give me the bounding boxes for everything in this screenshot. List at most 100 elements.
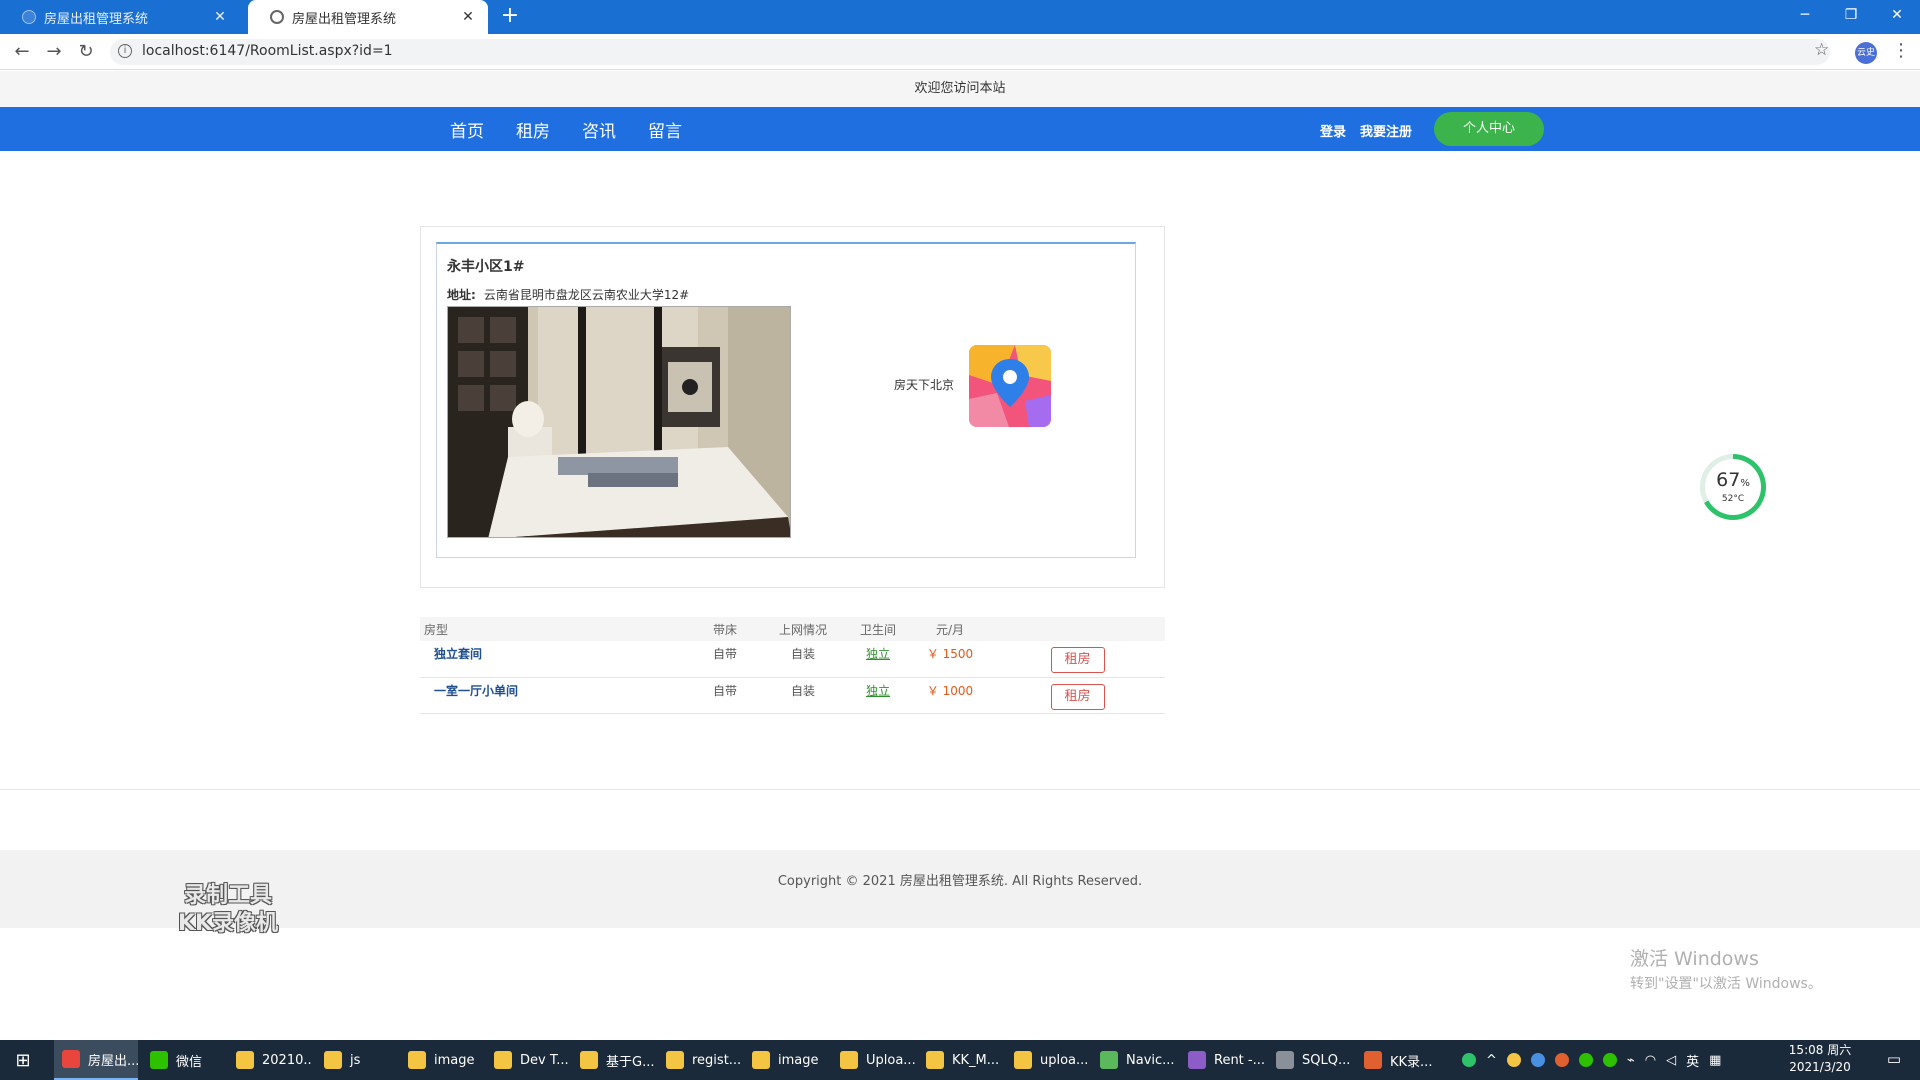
- chrome-icon: [62, 1050, 80, 1068]
- taskbar-item-label: 基于G...: [606, 1054, 655, 1070]
- taskbar-item-label: regist...: [692, 1052, 742, 1068]
- bookmark-star-icon[interactable]: ☆: [1814, 40, 1829, 60]
- browser-tab-bar: 房屋出租管理系统 ✕ 房屋出租管理系统 ✕ + ─ ❐ ✕: [0, 0, 1920, 34]
- network-icon[interactable]: ⌁: [1627, 1053, 1635, 1068]
- folder-icon: [236, 1051, 254, 1069]
- address-bar: ← → ↻ i localhost:6147/RoomList.aspx?id=…: [0, 34, 1920, 70]
- sql-icon: [1276, 1051, 1294, 1069]
- rent-button[interactable]: 租房: [1050, 647, 1105, 673]
- header-internet: 上网情况: [760, 617, 846, 641]
- taskbar-item[interactable]: 微信: [142, 1040, 226, 1080]
- taskbar-item[interactable]: 房屋出...: [54, 1040, 138, 1080]
- clock[interactable]: 15:08 周六 2021/3/20: [1770, 1042, 1870, 1076]
- back-arrow-icon[interactable]: ←: [10, 40, 34, 64]
- gauge-value: 67%: [1705, 469, 1761, 491]
- tab-close-icon[interactable]: ✕: [460, 9, 476, 25]
- header-price: 元/月: [910, 617, 990, 641]
- wifi-icon[interactable]: ◠: [1645, 1053, 1656, 1068]
- info-icon[interactable]: i: [118, 44, 132, 58]
- watermark-line: KK录像机: [177, 911, 279, 936]
- address-value: 云南省昆明市盘龙区云南农业大学12#: [483, 288, 690, 302]
- browser-tab[interactable]: 房屋出租管理系统 ✕: [0, 0, 240, 34]
- register-link[interactable]: 我要注册: [1360, 121, 1412, 140]
- nav-item-news[interactable]: 咨讯: [582, 117, 616, 142]
- tab-title: 房屋出租管理系统: [292, 11, 397, 27]
- folder-icon: [840, 1051, 858, 1069]
- battery-icon[interactable]: [1462, 1053, 1476, 1067]
- close-window-button[interactable]: ✕: [1874, 0, 1920, 30]
- room-internet: 自装: [760, 677, 846, 714]
- gauge-unit: %: [1740, 478, 1750, 489]
- taskbar-item[interactable]: 20210...: [228, 1040, 312, 1080]
- room-bathroom: 独立: [846, 641, 910, 678]
- chevron-up-icon[interactable]: ^: [1486, 1053, 1497, 1068]
- room-type[interactable]: 一室一厅小单间: [420, 677, 690, 714]
- folder-icon: [1014, 1051, 1032, 1069]
- login-link[interactable]: 登录: [1320, 121, 1346, 140]
- ime-indicator[interactable]: 英: [1686, 1051, 1699, 1070]
- map-label: 房天下北京: [894, 378, 955, 392]
- taskbar-item[interactable]: regist...: [658, 1040, 742, 1080]
- notification-icon[interactable]: ▭: [1884, 1050, 1904, 1070]
- nav-item-rent[interactable]: 租房: [516, 117, 550, 142]
- map-pin-icon[interactable]: [969, 345, 1051, 427]
- minimize-button[interactable]: ─: [1782, 0, 1828, 30]
- reload-icon[interactable]: ↻: [74, 40, 98, 64]
- taskbar-item[interactable]: KK_M...: [918, 1040, 1002, 1080]
- wechat-icon: [150, 1051, 168, 1069]
- taskbar-item[interactable]: image: [744, 1040, 828, 1080]
- volume-icon[interactable]: ◁: [1666, 1053, 1676, 1068]
- taskbar-item[interactable]: 基于G...: [572, 1040, 656, 1080]
- profile-avatar[interactable]: 云史: [1855, 42, 1877, 64]
- personal-center-button[interactable]: 个人中心: [1434, 112, 1544, 146]
- wechat-tray-icon[interactable]: [1602, 1053, 1617, 1067]
- table-header-row: 房型 带床 上网情况 卫生间 元/月: [420, 617, 1165, 641]
- keyboard-icon[interactable]: ▦: [1709, 1053, 1721, 1068]
- welcome-text: 欢迎您访问本站: [914, 81, 1006, 96]
- nav-item-home[interactable]: 首页: [450, 117, 484, 142]
- nav-item-message[interactable]: 留言: [648, 117, 682, 142]
- room-price: ￥ 1500: [910, 641, 990, 678]
- taskbar-item[interactable]: image: [400, 1040, 484, 1080]
- forward-arrow-icon[interactable]: →: [42, 40, 66, 64]
- tray-app-icon[interactable]: [1554, 1053, 1569, 1067]
- taskbar-item-label: Navic...: [1126, 1052, 1175, 1068]
- taskbar-item[interactable]: uploa...: [1006, 1040, 1090, 1080]
- property-detail-inner: 永丰小区1# 地址: 云南省昆明市盘龙区云南农业大学12# 房天下北京: [436, 242, 1136, 558]
- taskbar-item[interactable]: SQLQ...: [1268, 1040, 1352, 1080]
- community-title: 永丰小区1#: [447, 259, 525, 275]
- visual-studio-icon: [1188, 1051, 1206, 1069]
- new-tab-button[interactable]: +: [498, 5, 522, 29]
- taskbar-item[interactable]: Uploa...: [832, 1040, 916, 1080]
- restore-button[interactable]: ❐: [1828, 0, 1874, 30]
- memory-gauge-widget[interactable]: 67% 52°C: [1700, 454, 1766, 520]
- menu-icon[interactable]: ⋮: [1892, 40, 1910, 61]
- bedroom-photo: [447, 306, 791, 538]
- taskbar-item[interactable]: Dev T...: [486, 1040, 570, 1080]
- divider: [0, 789, 1920, 790]
- room-bed: 自带: [690, 641, 760, 678]
- header-bed: 带床: [690, 617, 760, 641]
- room-type[interactable]: 独立套间: [420, 641, 690, 678]
- rent-button[interactable]: 租房: [1050, 683, 1105, 710]
- gauge-inner: 67% 52°C: [1705, 459, 1761, 515]
- taskbar-item-label: uploa...: [1040, 1052, 1089, 1068]
- action-cell: 租房: [990, 641, 1165, 678]
- tray-app-icon[interactable]: [1530, 1053, 1545, 1067]
- taskbar-item[interactable]: Navic...: [1092, 1040, 1176, 1080]
- taskbar-item[interactable]: js: [316, 1040, 400, 1080]
- folder-icon: [666, 1051, 684, 1069]
- globe-icon: [270, 10, 284, 24]
- tray-app-icon[interactable]: [1578, 1053, 1593, 1067]
- taskbar-item-label: Rent -...: [1214, 1052, 1264, 1068]
- browser-tab-active[interactable]: 房屋出租管理系统 ✕: [248, 0, 488, 34]
- taskbar-item[interactable]: Rent -...: [1180, 1040, 1264, 1080]
- windows-start-icon[interactable]: ⊞: [0, 1040, 46, 1080]
- tray-app-icon[interactable]: [1506, 1053, 1521, 1067]
- tab-close-icon[interactable]: ✕: [212, 9, 228, 25]
- url-input[interactable]: i localhost:6147/RoomList.aspx?id=1: [110, 39, 1830, 65]
- room-bathroom: 独立: [846, 677, 910, 714]
- taskbar-item-label: Dev T...: [520, 1052, 569, 1068]
- taskbar-item[interactable]: KK录...: [1356, 1040, 1440, 1080]
- taskbar-item-label: 房屋出...: [88, 1053, 138, 1069]
